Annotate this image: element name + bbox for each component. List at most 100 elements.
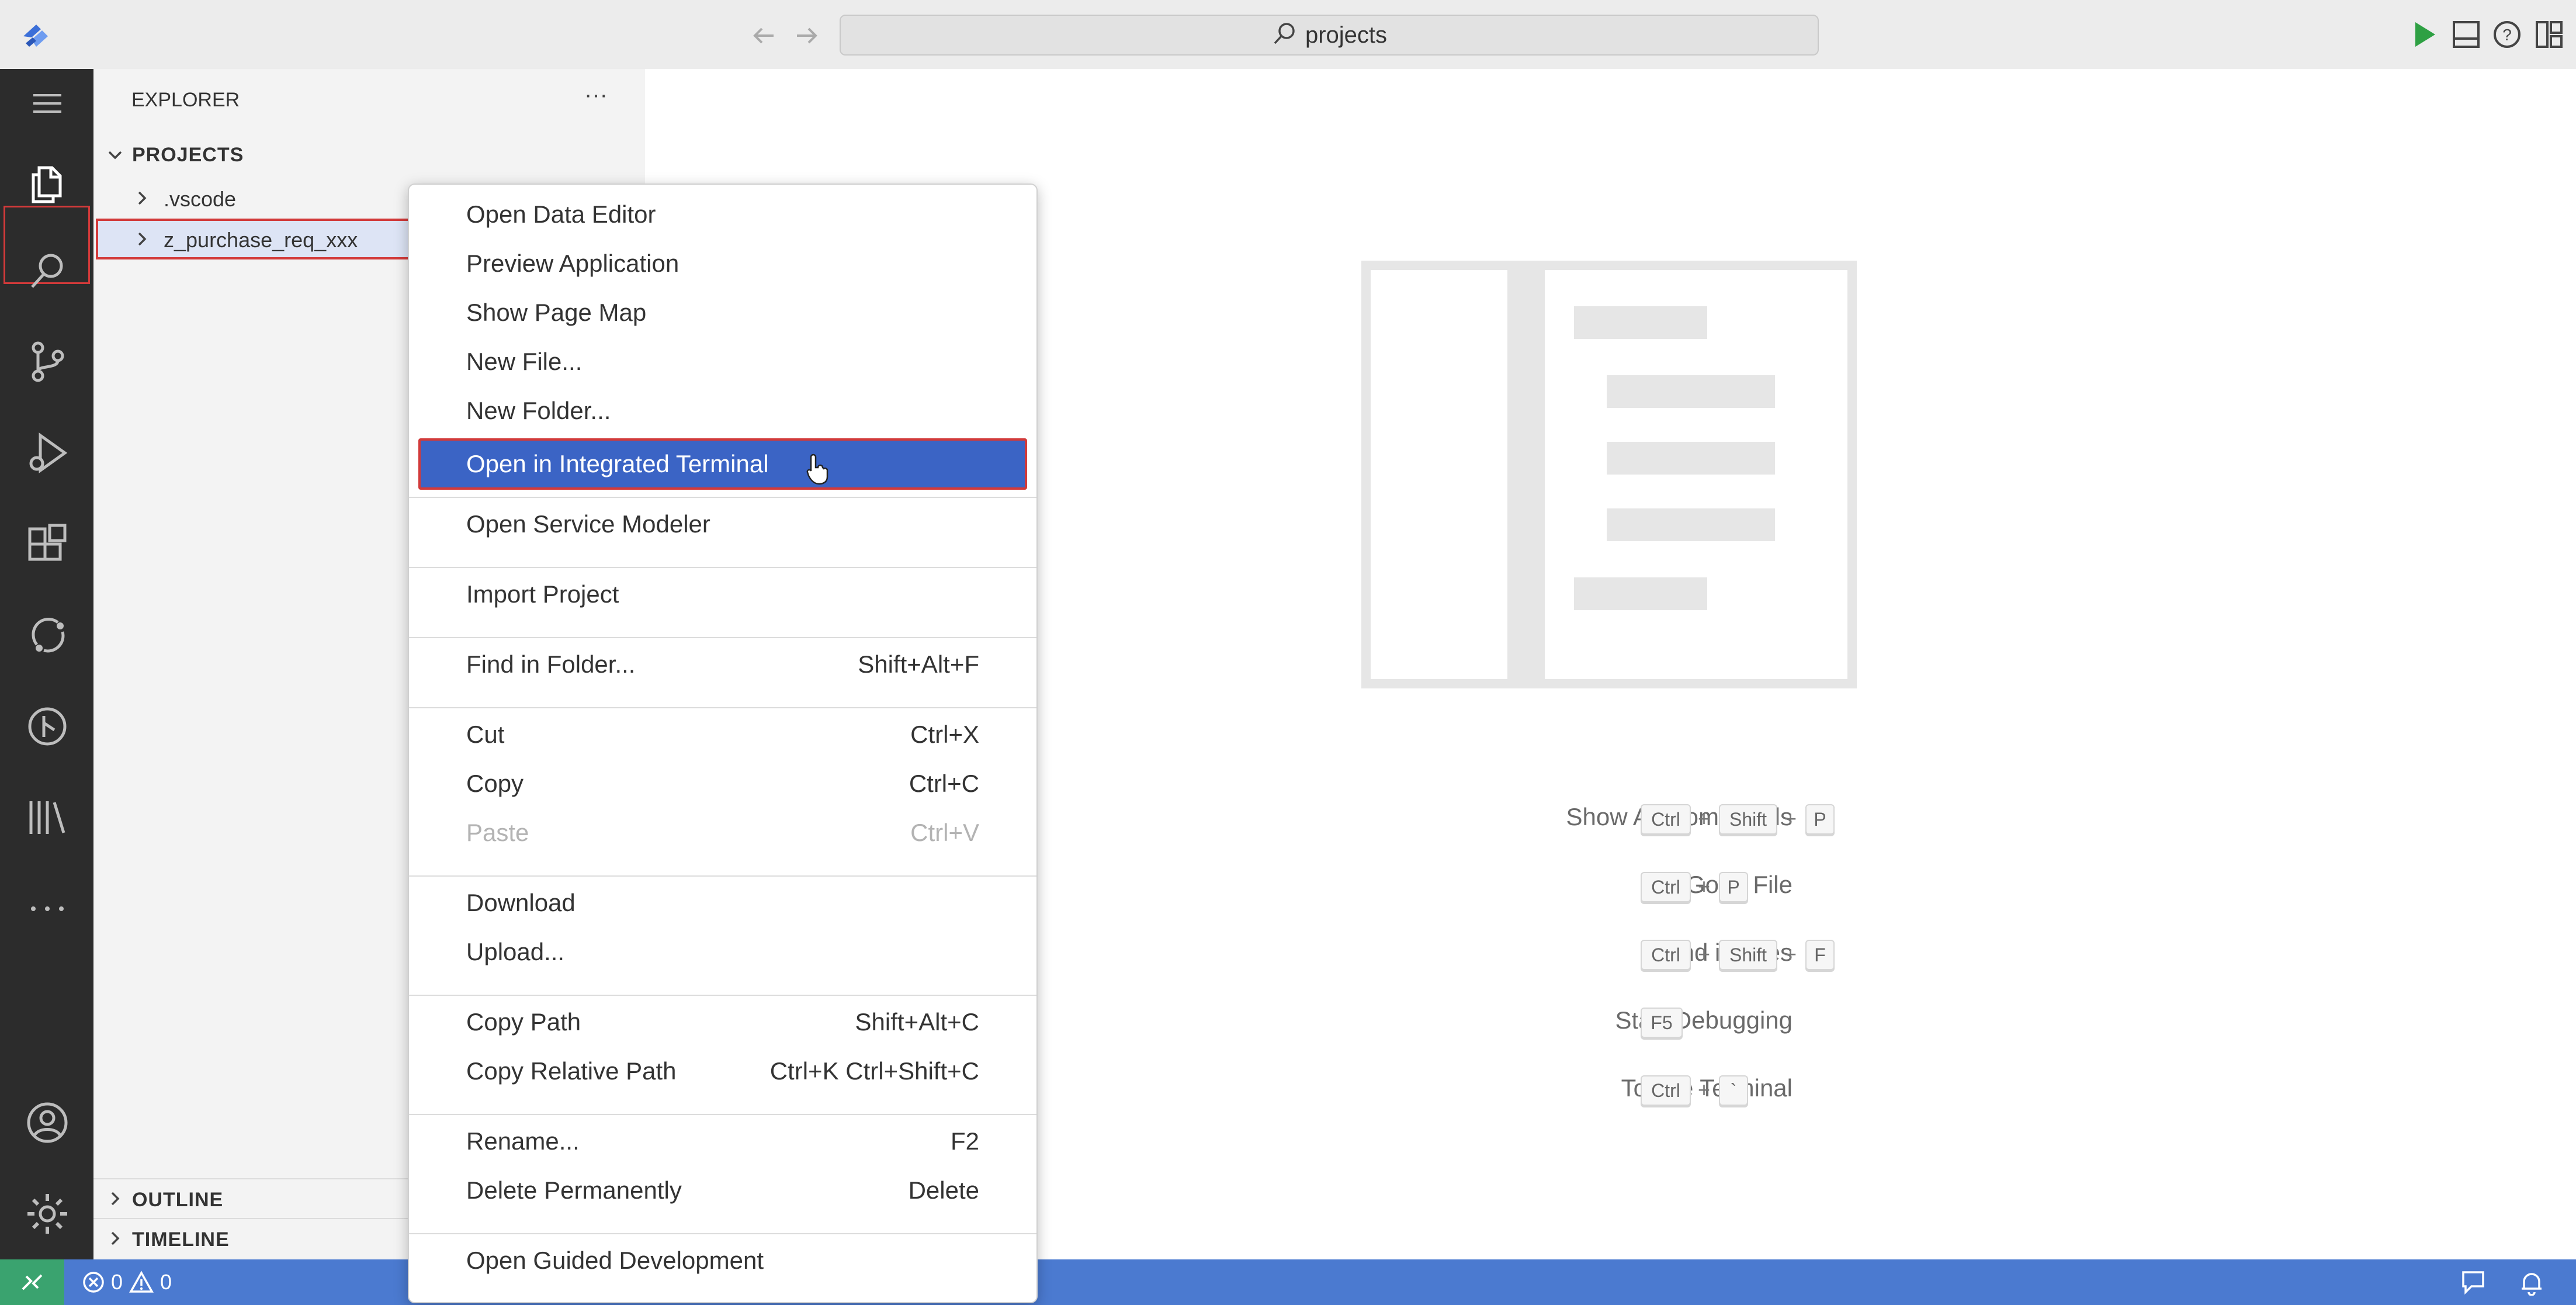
problems-indicator[interactable]: 0 0: [82, 1268, 172, 1297]
menu-item-find-in-folder[interactable]: Find in Folder... Shift+Alt+F: [409, 641, 1036, 688]
menu-item-preview-application[interactable]: Preview Application: [409, 240, 1036, 288]
projects-section-label: PROJECTS: [132, 144, 244, 166]
kbd-key: Ctrl: [1641, 872, 1691, 902]
menu-item-paste: Paste Ctrl+V: [409, 809, 1036, 857]
plus-sign: +: [1784, 806, 1797, 830]
menu-item-label: Copy: [466, 770, 524, 797]
menu-item-shortcut: Shift+Alt+F: [858, 650, 979, 678]
menu-item-open-service-modeler[interactable]: Open Service Modeler: [409, 500, 1036, 548]
chevron-right-icon: [111, 1231, 120, 1245]
extensions-icon[interactable]: [21, 518, 74, 570]
menu-item-label: Paste: [466, 819, 529, 846]
chevron-right-icon: [138, 191, 147, 205]
menu-item-new-folder[interactable]: New Folder...: [409, 387, 1036, 435]
explorer-title: EXPLORER: [131, 89, 240, 111]
menu-item-shortcut: Shift+Alt+C: [855, 1008, 979, 1036]
kbd-key: Shift: [1719, 940, 1777, 970]
panel-layout-icon[interactable]: [2449, 18, 2483, 51]
cloud-connection-icon[interactable]: [21, 609, 74, 662]
menu-item-shortcut: Delete: [908, 1176, 979, 1204]
menu-item-label: Copy Relative Path: [466, 1057, 677, 1085]
menu-item-label: Rename...: [466, 1127, 580, 1155]
search-icon[interactable]: [21, 244, 74, 297]
menu-item-label: Find in Folder...: [466, 650, 636, 678]
command-center-search[interactable]: projects: [840, 15, 1819, 56]
menu-item-new-file[interactable]: New File...: [409, 338, 1036, 386]
menu-separator: [409, 875, 1036, 877]
menu-item-label: Copy Path: [466, 1008, 581, 1036]
menu-item-copy-path[interactable]: Copy Path Shift+Alt+C: [409, 998, 1036, 1046]
menu-item-download[interactable]: Download: [409, 879, 1036, 927]
error-count: 0: [111, 1270, 123, 1294]
menu-item-import-project[interactable]: Import Project: [409, 570, 1036, 618]
kbd-key: F: [1805, 940, 1835, 970]
search-icon: [1271, 21, 1297, 50]
menu-item-open-guided-development[interactable]: Open Guided Development: [409, 1237, 1036, 1285]
more-icon[interactable]: [21, 882, 74, 935]
menu-separator: [409, 567, 1036, 568]
git-graph-icon[interactable]: [21, 700, 74, 753]
kbd-key: `: [1719, 1075, 1748, 1106]
source-control-icon[interactable]: [21, 335, 74, 388]
kbd-key: P: [1805, 804, 1835, 835]
menu-item-cut[interactable]: Cut Ctrl+X: [409, 711, 1036, 759]
kbd-key: Shift: [1719, 804, 1777, 835]
customize-layout-icon[interactable]: [2532, 18, 2566, 51]
notifications-bell-icon[interactable]: [2518, 1269, 2545, 1296]
account-icon[interactable]: [21, 1096, 74, 1149]
back-arrow-icon[interactable]: [748, 19, 781, 52]
menu-item-shortcut: Ctrl+K Ctrl+Shift+C: [769, 1057, 979, 1085]
menu-item-label: Download: [466, 889, 575, 916]
menu-item-copy-relative-path[interactable]: Copy Relative Path Ctrl+K Ctrl+Shift+C: [409, 1047, 1036, 1095]
remote-indicator-button[interactable]: [0, 1259, 64, 1305]
activity-bar: [0, 69, 93, 1259]
kbd-key: Ctrl: [1641, 804, 1691, 835]
menu-item-label: Preview Application: [466, 250, 679, 277]
menu-separator: [409, 707, 1036, 708]
menu-item-label: New Folder...: [466, 397, 611, 424]
kbd-key: P: [1719, 872, 1748, 902]
error-icon: [83, 1272, 104, 1293]
explorer-icon[interactable]: [21, 157, 74, 209]
menu-item-label: Upload...: [466, 938, 565, 965]
status-bar: 0 0: [0, 1259, 2576, 1305]
more-actions-button[interactable]: ···: [584, 82, 608, 108]
menu-item-copy[interactable]: Copy Ctrl+C: [409, 760, 1036, 808]
menu-separator: [409, 637, 1036, 638]
library-icon[interactable]: [21, 791, 74, 844]
menu-separator: [409, 995, 1036, 996]
projects-section-header[interactable]: PROJECTS: [99, 140, 645, 169]
title-bar: projects ?: [0, 0, 2576, 70]
menu-item-label: Show Page Map: [466, 299, 647, 326]
menu-item-label: Open Data Editor: [466, 200, 656, 228]
tree-item-z-purchase-req[interactable]: z_purchase_req_xxx: [96, 219, 410, 259]
outline-section-label: OUTLINE: [132, 1189, 224, 1211]
menu-item-show-page-map[interactable]: Show Page Map: [409, 289, 1036, 337]
run-debug-icon[interactable]: [21, 427, 74, 479]
chevron-right-icon: [111, 1192, 120, 1206]
menu-item-label: Delete Permanently: [466, 1176, 682, 1204]
settings-gear-icon[interactable]: [21, 1188, 74, 1240]
tree-item-label: z_purchase_req_xxx: [164, 228, 358, 252]
app-logo-icon: [18, 16, 55, 54]
kbd-key: Ctrl: [1641, 1075, 1691, 1106]
menu-icon[interactable]: [21, 77, 74, 130]
forward-arrow-icon[interactable]: [790, 19, 823, 52]
menu-item-rename[interactable]: Rename... F2: [409, 1117, 1036, 1165]
menu-item-label: New File...: [466, 348, 583, 375]
menu-item-label: Cut: [466, 721, 505, 748]
menu-item-shortcut: F2: [950, 1127, 979, 1155]
menu-separator: [409, 497, 1036, 498]
run-play-icon[interactable]: [2407, 18, 2441, 51]
menu-item-shortcut: Ctrl+V: [910, 819, 979, 846]
menu-item-label: Open in Integrated Terminal: [466, 450, 769, 477]
kbd-key: F5: [1641, 1008, 1683, 1038]
help-icon[interactable]: ?: [2490, 18, 2524, 51]
menu-item-open-data-editor[interactable]: Open Data Editor: [409, 191, 1036, 238]
menu-item-upload[interactable]: Upload...: [409, 928, 1036, 976]
menu-item-delete-permanently[interactable]: Delete Permanently Delete: [409, 1166, 1036, 1214]
timeline-section-label: TIMELINE: [132, 1228, 230, 1251]
menu-item-label: Open Guided Development: [466, 1247, 764, 1274]
feedback-icon[interactable]: [2460, 1269, 2487, 1296]
menu-item-open-in-integrated-terminal[interactable]: Open in Integrated Terminal: [418, 438, 1027, 490]
